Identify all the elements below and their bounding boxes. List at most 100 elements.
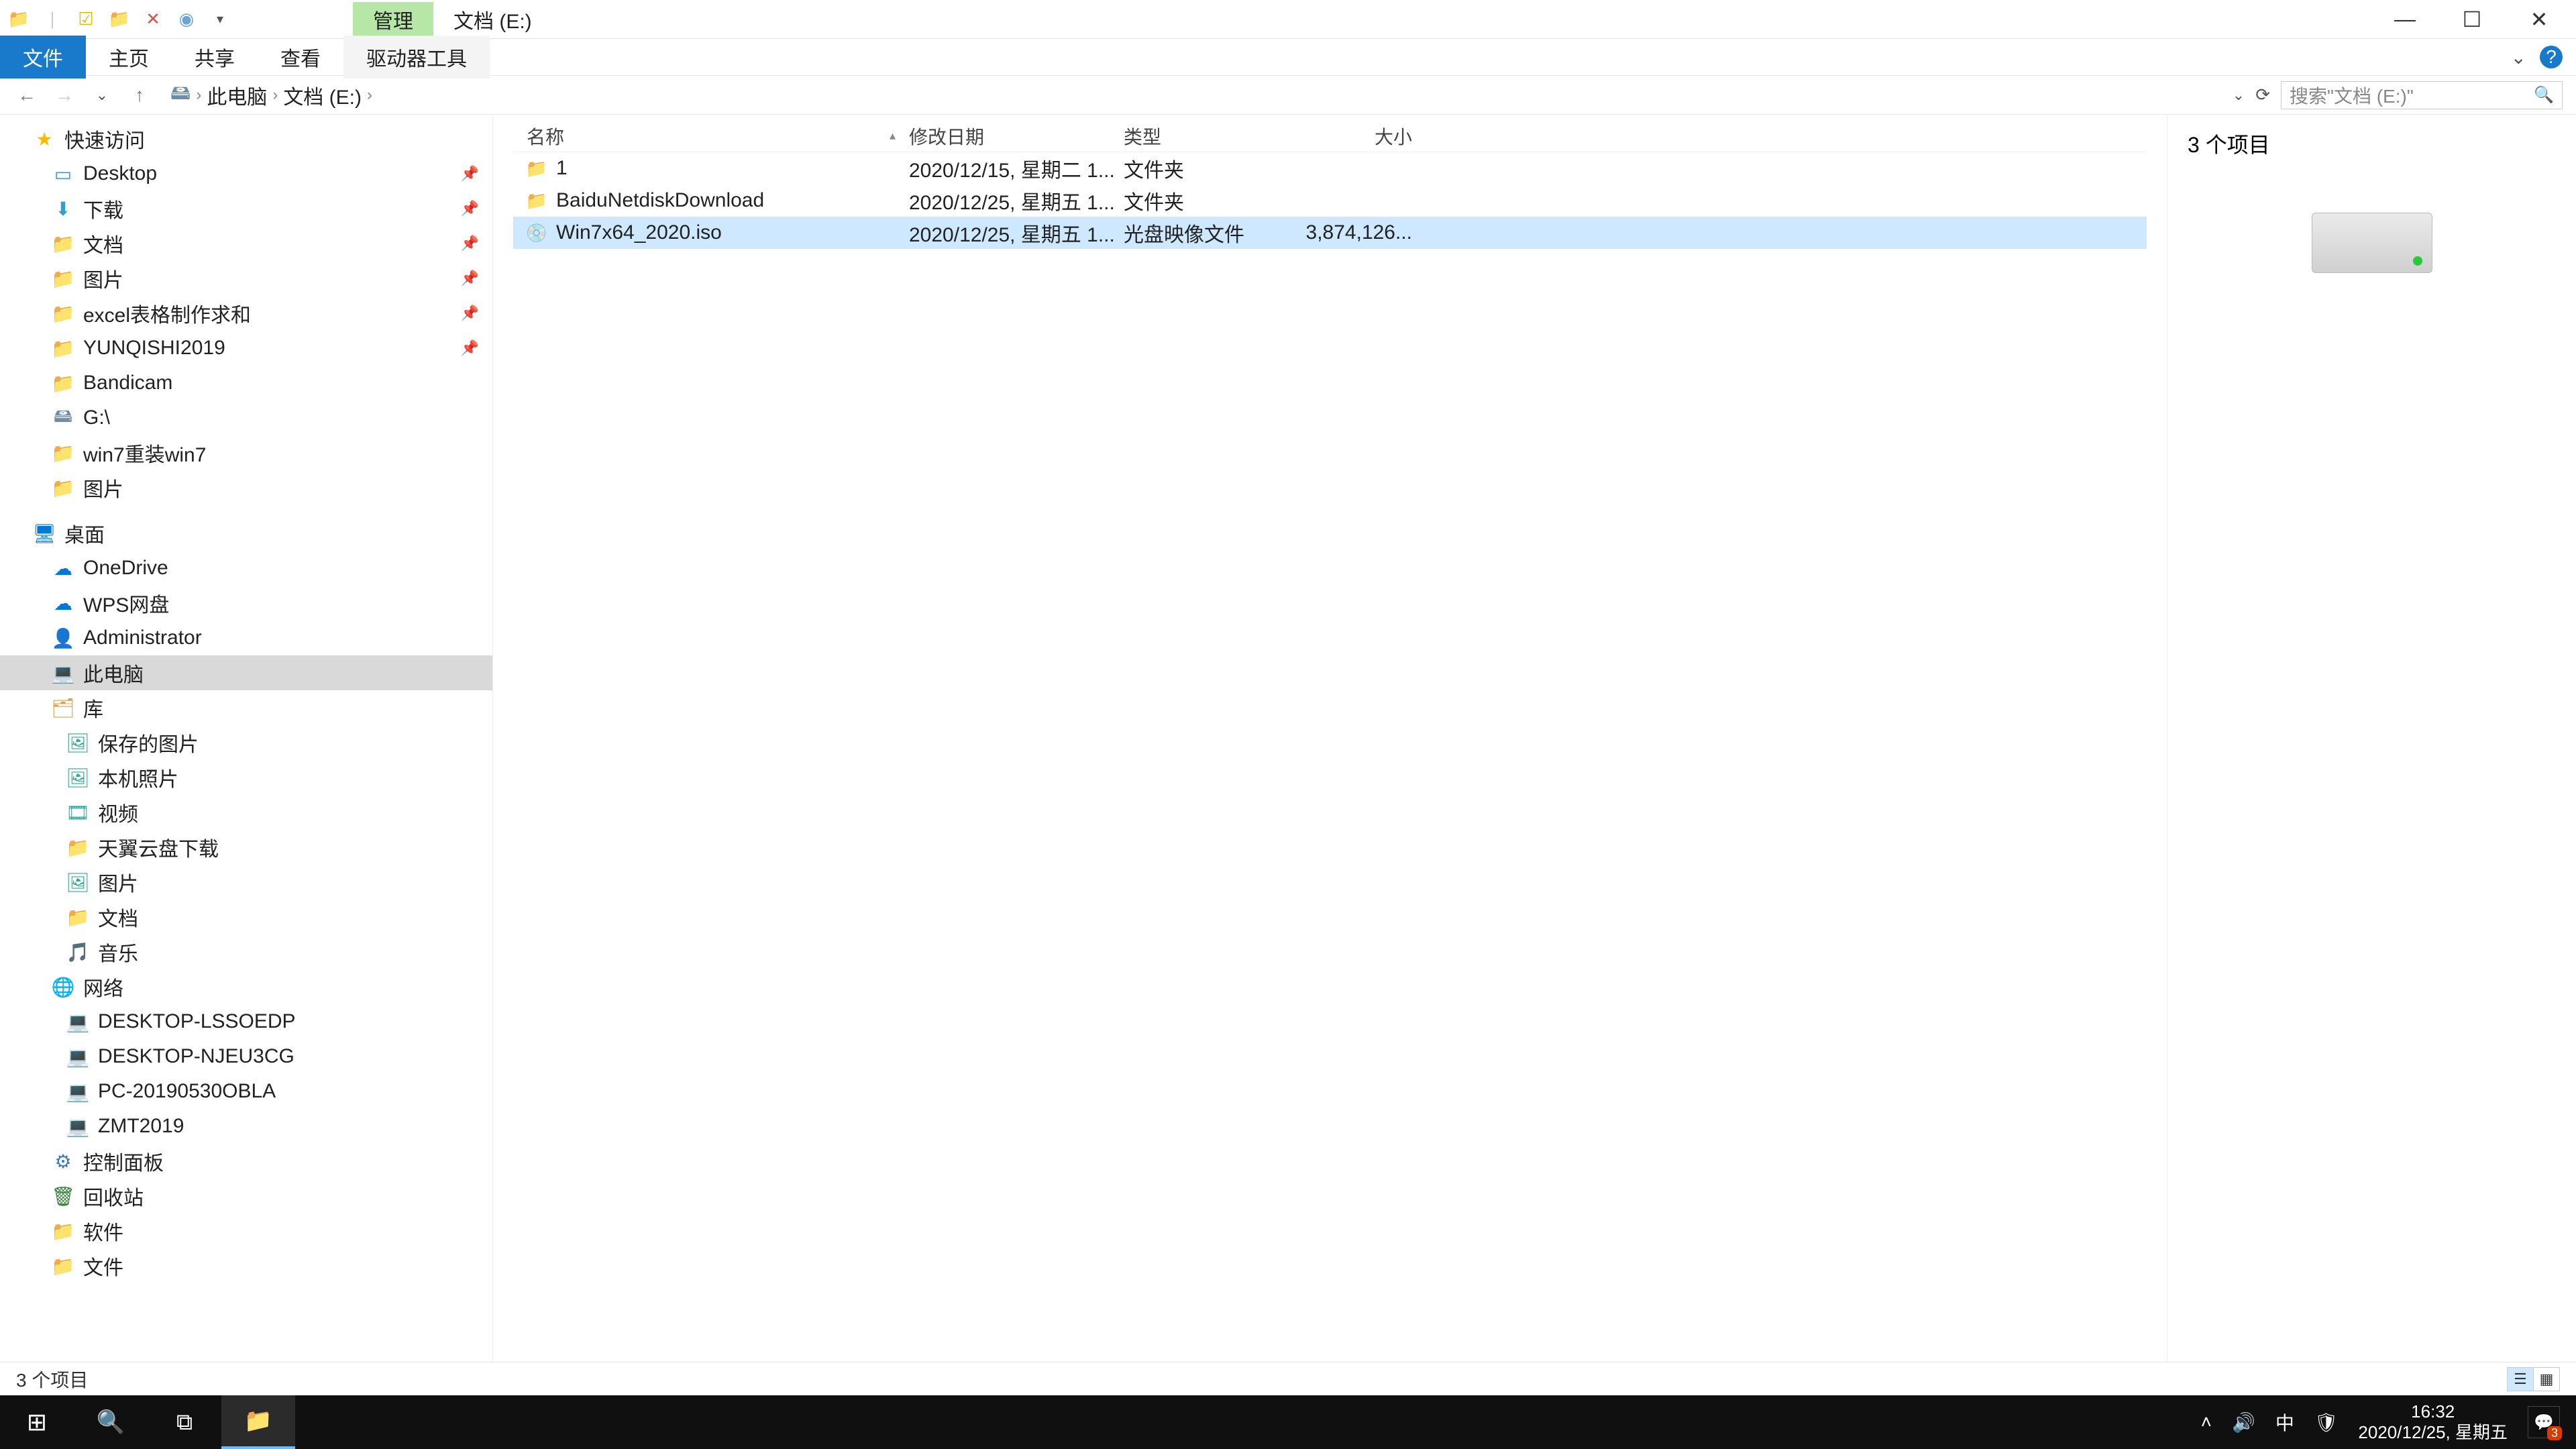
nav-network-pc2[interactable]: 💻DESKTOP-NJEU3CG: [0, 1039, 492, 1074]
pin-icon[interactable]: 📌: [461, 200, 479, 217]
file-row[interactable]: 📁12020/12/15, 星期二 1...文件夹: [513, 152, 2147, 184]
taskbar: ⊞ 🔍 ⧉ 📁 ˄ 🔊 中 🛡 16:32 2020/12/25, 星期五 💬3: [0, 1395, 2576, 1449]
crumb-thispc[interactable]: 此电脑: [207, 80, 267, 110]
nav-desktop[interactable]: ▭Desktop📌: [0, 156, 492, 191]
status-item-count: 3 个项目: [16, 1366, 88, 1393]
action-center-icon[interactable]: 💬3: [2528, 1406, 2560, 1438]
search-button[interactable]: 🔍: [74, 1395, 148, 1449]
nav-administrator[interactable]: 👤Administrator: [0, 621, 492, 655]
pin-icon[interactable]: 📌: [461, 339, 479, 357]
nav-videos[interactable]: 🎞视频: [0, 795, 492, 830]
nav-files[interactable]: 📁文件: [0, 1248, 492, 1283]
file-row[interactable]: 💿Win7x64_2020.iso2020/12/25, 星期五 1...光盘映…: [513, 217, 2147, 249]
nav-recycle-bin[interactable]: 🗑回收站: [0, 1179, 492, 1214]
tab-file[interactable]: 文件: [0, 36, 86, 78]
folder-icon: 📁: [52, 1255, 74, 1277]
close-x-icon[interactable]: ✕: [141, 7, 165, 32]
nav-network[interactable]: 🌐网络: [0, 969, 492, 1004]
column-size[interactable]: 大小: [1305, 123, 1412, 150]
nav-yunqishi[interactable]: 📁YUNQISHI2019📌: [0, 331, 492, 366]
tray-overflow-icon[interactable]: ˄: [2201, 1411, 2212, 1433]
column-type[interactable]: 类型: [1124, 123, 1305, 150]
taskbar-clock[interactable]: 16:32 2020/12/25, 星期五: [2358, 1401, 2508, 1443]
nav-win7-reinstall[interactable]: 📁win7重装win7: [0, 435, 492, 470]
folder-icon[interactable]: 📁: [107, 7, 131, 32]
qat-overflow-icon[interactable]: ▾: [208, 7, 232, 32]
refresh-icon[interactable]: ⟳: [2255, 85, 2270, 105]
minimize-button[interactable]: —: [2388, 7, 2422, 32]
nav-pictures[interactable]: 📁图片📌: [0, 261, 492, 296]
tab-view[interactable]: 查看: [258, 36, 343, 78]
nav-documents-lib[interactable]: 📁文档: [0, 900, 492, 934]
computer-icon: 💻: [67, 1011, 89, 1032]
history-dropdown-icon[interactable]: ⌄: [89, 82, 115, 109]
disc-small-icon[interactable]: ◉: [174, 7, 199, 32]
nav-this-pc[interactable]: 💻此电脑: [0, 655, 492, 690]
nav-control-panel[interactable]: ⚙控制面板: [0, 1144, 492, 1179]
close-button[interactable]: ✕: [2522, 7, 2556, 32]
file-date: 2020/12/25, 星期五 1...: [909, 186, 1124, 215]
chevron-right-icon[interactable]: ›: [367, 86, 372, 105]
nav-gdrive[interactable]: 🖴G:\: [0, 400, 492, 435]
tab-drive-tools[interactable]: 驱动器工具: [343, 36, 490, 78]
nav-network-pc3[interactable]: 💻PC-20190530OBLA: [0, 1074, 492, 1109]
address-dropdown-icon[interactable]: ⌄: [2233, 87, 2245, 104]
pin-icon[interactable]: 📌: [461, 165, 479, 182]
navigation-pane[interactable]: ★快速访问 ▭Desktop📌 ⬇下载📌 📁文档📌 📁图片📌 📁excel表格制…: [0, 115, 493, 1362]
nav-camera-roll[interactable]: 🖼本机照片: [0, 760, 492, 795]
nav-wps[interactable]: ☁WPS网盘: [0, 586, 492, 621]
pin-icon[interactable]: 📌: [461, 235, 479, 252]
crumb-drive[interactable]: 文档 (E:): [283, 80, 362, 110]
recycle-icon: 🗑: [52, 1185, 74, 1207]
tab-home[interactable]: 主页: [86, 36, 172, 78]
file-name: BaiduNetdiskDownload: [556, 189, 764, 212]
nav-downloads[interactable]: ⬇下载📌: [0, 191, 492, 226]
nav-music-lib[interactable]: 🎵音乐: [0, 934, 492, 969]
computer-icon: 💻: [67, 1116, 89, 1137]
ribbon-expand-icon[interactable]: ⌄: [2511, 46, 2526, 68]
file-type: 文件夹: [1124, 186, 1305, 215]
details-view-button[interactable]: ☰: [2507, 1367, 2534, 1391]
up-button[interactable]: ↑: [126, 82, 153, 109]
file-date: 2020/12/15, 星期二 1...: [909, 154, 1124, 183]
checkbox-icon[interactable]: ☑: [74, 7, 98, 32]
nav-tianyi[interactable]: 📁天翼云盘下载: [0, 830, 492, 865]
nav-network-pc1[interactable]: 💻DESKTOP-LSSOEDP: [0, 1004, 492, 1039]
chevron-right-icon[interactable]: ›: [196, 86, 201, 105]
ime-indicator[interactable]: 中: [2275, 1409, 2294, 1436]
search-icon[interactable]: 🔍: [2534, 85, 2554, 105]
nav-documents[interactable]: 📁文档📌: [0, 226, 492, 261]
help-icon[interactable]: ?: [2540, 46, 2563, 68]
taskbar-file-explorer[interactable]: 📁: [221, 1395, 295, 1449]
nav-desktop-root[interactable]: 🖥桌面: [0, 516, 492, 551]
column-date[interactable]: 修改日期: [909, 123, 1124, 150]
pin-icon[interactable]: 📌: [461, 270, 479, 287]
icons-view-button[interactable]: ▦: [2533, 1367, 2560, 1391]
pin-icon[interactable]: 📌: [461, 305, 479, 322]
nav-software[interactable]: 📁软件: [0, 1214, 492, 1248]
column-name[interactable]: 名称▴: [513, 123, 909, 150]
volume-icon[interactable]: 🔊: [2232, 1411, 2255, 1434]
start-button[interactable]: ⊞: [0, 1395, 74, 1449]
task-view-button[interactable]: ⧉: [148, 1395, 221, 1449]
file-row[interactable]: 📁BaiduNetdiskDownload2020/12/25, 星期五 1..…: [513, 184, 2147, 217]
nav-excel-folder[interactable]: 📁excel表格制作求和📌: [0, 296, 492, 331]
security-icon[interactable]: 🛡: [2314, 1411, 2339, 1434]
nav-library[interactable]: 🗂库: [0, 690, 492, 725]
back-button[interactable]: ←: [13, 82, 40, 109]
chevron-right-icon[interactable]: ›: [272, 86, 278, 105]
tab-share[interactable]: 共享: [172, 36, 258, 78]
nav-quick-access[interactable]: ★快速访问: [0, 121, 492, 156]
forward-button[interactable]: →: [51, 82, 78, 109]
system-tray: ˄ 🔊 中 🛡 16:32 2020/12/25, 星期五 💬3: [2201, 1401, 2576, 1443]
nav-network-pc4[interactable]: 💻ZMT2019: [0, 1109, 492, 1144]
maximize-button[interactable]: ☐: [2455, 7, 2489, 32]
search-input[interactable]: 搜索"文档 (E:)" 🔍: [2281, 81, 2563, 109]
nav-onedrive[interactable]: ☁OneDrive: [0, 551, 492, 586]
nav-pictures-lib[interactable]: 🖼图片: [0, 865, 492, 900]
breadcrumb[interactable]: 🖴 › 此电脑 › 文档 (E:) ›: [164, 78, 2222, 112]
nav-bandicam[interactable]: 📁Bandicam: [0, 366, 492, 400]
nav-pictures2[interactable]: 📁图片: [0, 470, 492, 505]
file-list[interactable]: 名称▴ 修改日期 类型 大小 📁12020/12/15, 星期二 1...文件夹…: [493, 115, 2167, 1362]
nav-saved-pictures[interactable]: 🖼保存的图片: [0, 725, 492, 760]
